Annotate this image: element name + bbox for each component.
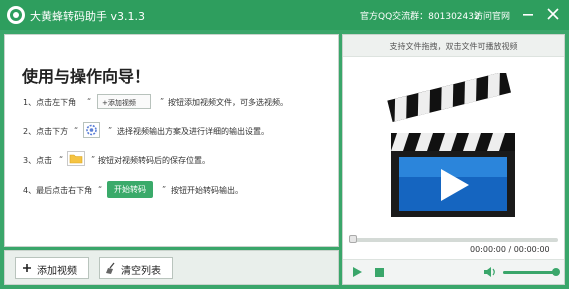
clapperboard-play-icon (387, 73, 515, 217)
player-hint-bar: 支持文件拖拽，双击文件可播放视频 (343, 35, 564, 57)
step2-prefix: 2、点击下方 (23, 127, 69, 136)
step4-suffix: 按钮开始转码输出。 (171, 186, 243, 195)
volume-icon[interactable] (483, 265, 497, 279)
step1-add-video-sample: +添加视频 (97, 94, 151, 109)
player-controls (343, 259, 564, 284)
step3-suffix: 按钮对视频转码后的保存位置。 (98, 156, 210, 165)
quote-open: “ (87, 97, 92, 106)
add-video-label: 添加视频 (37, 266, 77, 277)
quote-open: “ (59, 155, 64, 164)
quote-close: ” (160, 97, 165, 106)
step4-start-convert-sample: 开始转码 (107, 181, 153, 198)
minimize-icon[interactable] (520, 6, 536, 22)
playback-time: 00:00:00 / 00:00:00 (470, 245, 550, 254)
step3-prefix: 3、点击 (23, 156, 53, 165)
quote-close: ” (108, 126, 113, 135)
app-title: 大黄蜂转码助手 v3.1.3 (30, 10, 145, 23)
add-video-button[interactable]: 添加视频 (15, 257, 89, 279)
clear-list-label: 清空列表 (121, 266, 161, 277)
plus-icon (23, 264, 31, 272)
clear-list-button[interactable]: 清空列表 (99, 257, 173, 279)
volume-slider-fill (503, 271, 557, 274)
step1-prefix: 1、点击左下角 (23, 98, 77, 107)
guide-title: 使用与操作向导！ (22, 67, 151, 86)
play-icon[interactable] (351, 266, 363, 278)
quote-open: “ (74, 126, 79, 135)
quote-close: ” (162, 185, 167, 194)
guide-panel: 使用与操作向导！ 1、点击左下角 “ +添加视频 ” 按钮添加视频文件，可多选视… (4, 34, 339, 247)
video-player-panel[interactable]: 支持文件拖拽，双击文件可播放视频 00:00:00 / 00:00:00 (342, 34, 565, 285)
playback-progress-handle[interactable] (349, 235, 357, 243)
step1-suffix: 按钮添加视频文件，可多选视频。 (168, 98, 288, 107)
playback-progress-track[interactable] (349, 238, 558, 242)
step2-suffix: 选择视频输出方案及进行详细的输出设置。 (117, 127, 269, 136)
volume-slider-handle[interactable] (552, 268, 561, 276)
broom-icon (106, 262, 115, 274)
quote-open: “ (98, 185, 103, 194)
visit-website-link[interactable]: 访问官网 (474, 9, 510, 22)
close-icon[interactable] (545, 6, 561, 22)
title-bar: 大黄蜂转码助手 v3.1.3 官方QQ交流群：801302432 访问官网 (0, 0, 569, 30)
qq-group-text: 官方QQ交流群：801302432 (360, 12, 480, 22)
drag-drop-hint: 支持文件拖拽，双击文件可播放视频 (389, 42, 518, 51)
quote-close: ” (91, 155, 96, 164)
settings-gear-icon (83, 122, 100, 138)
stop-icon[interactable] (375, 268, 384, 277)
folder-icon (67, 151, 85, 166)
step4-prefix: 4、最后点击右下角 (23, 186, 93, 195)
app-logo-icon (7, 6, 25, 24)
bottom-toolbar: 添加视频 清空列表 (4, 250, 339, 285)
volume-slider-track[interactable] (503, 271, 559, 274)
